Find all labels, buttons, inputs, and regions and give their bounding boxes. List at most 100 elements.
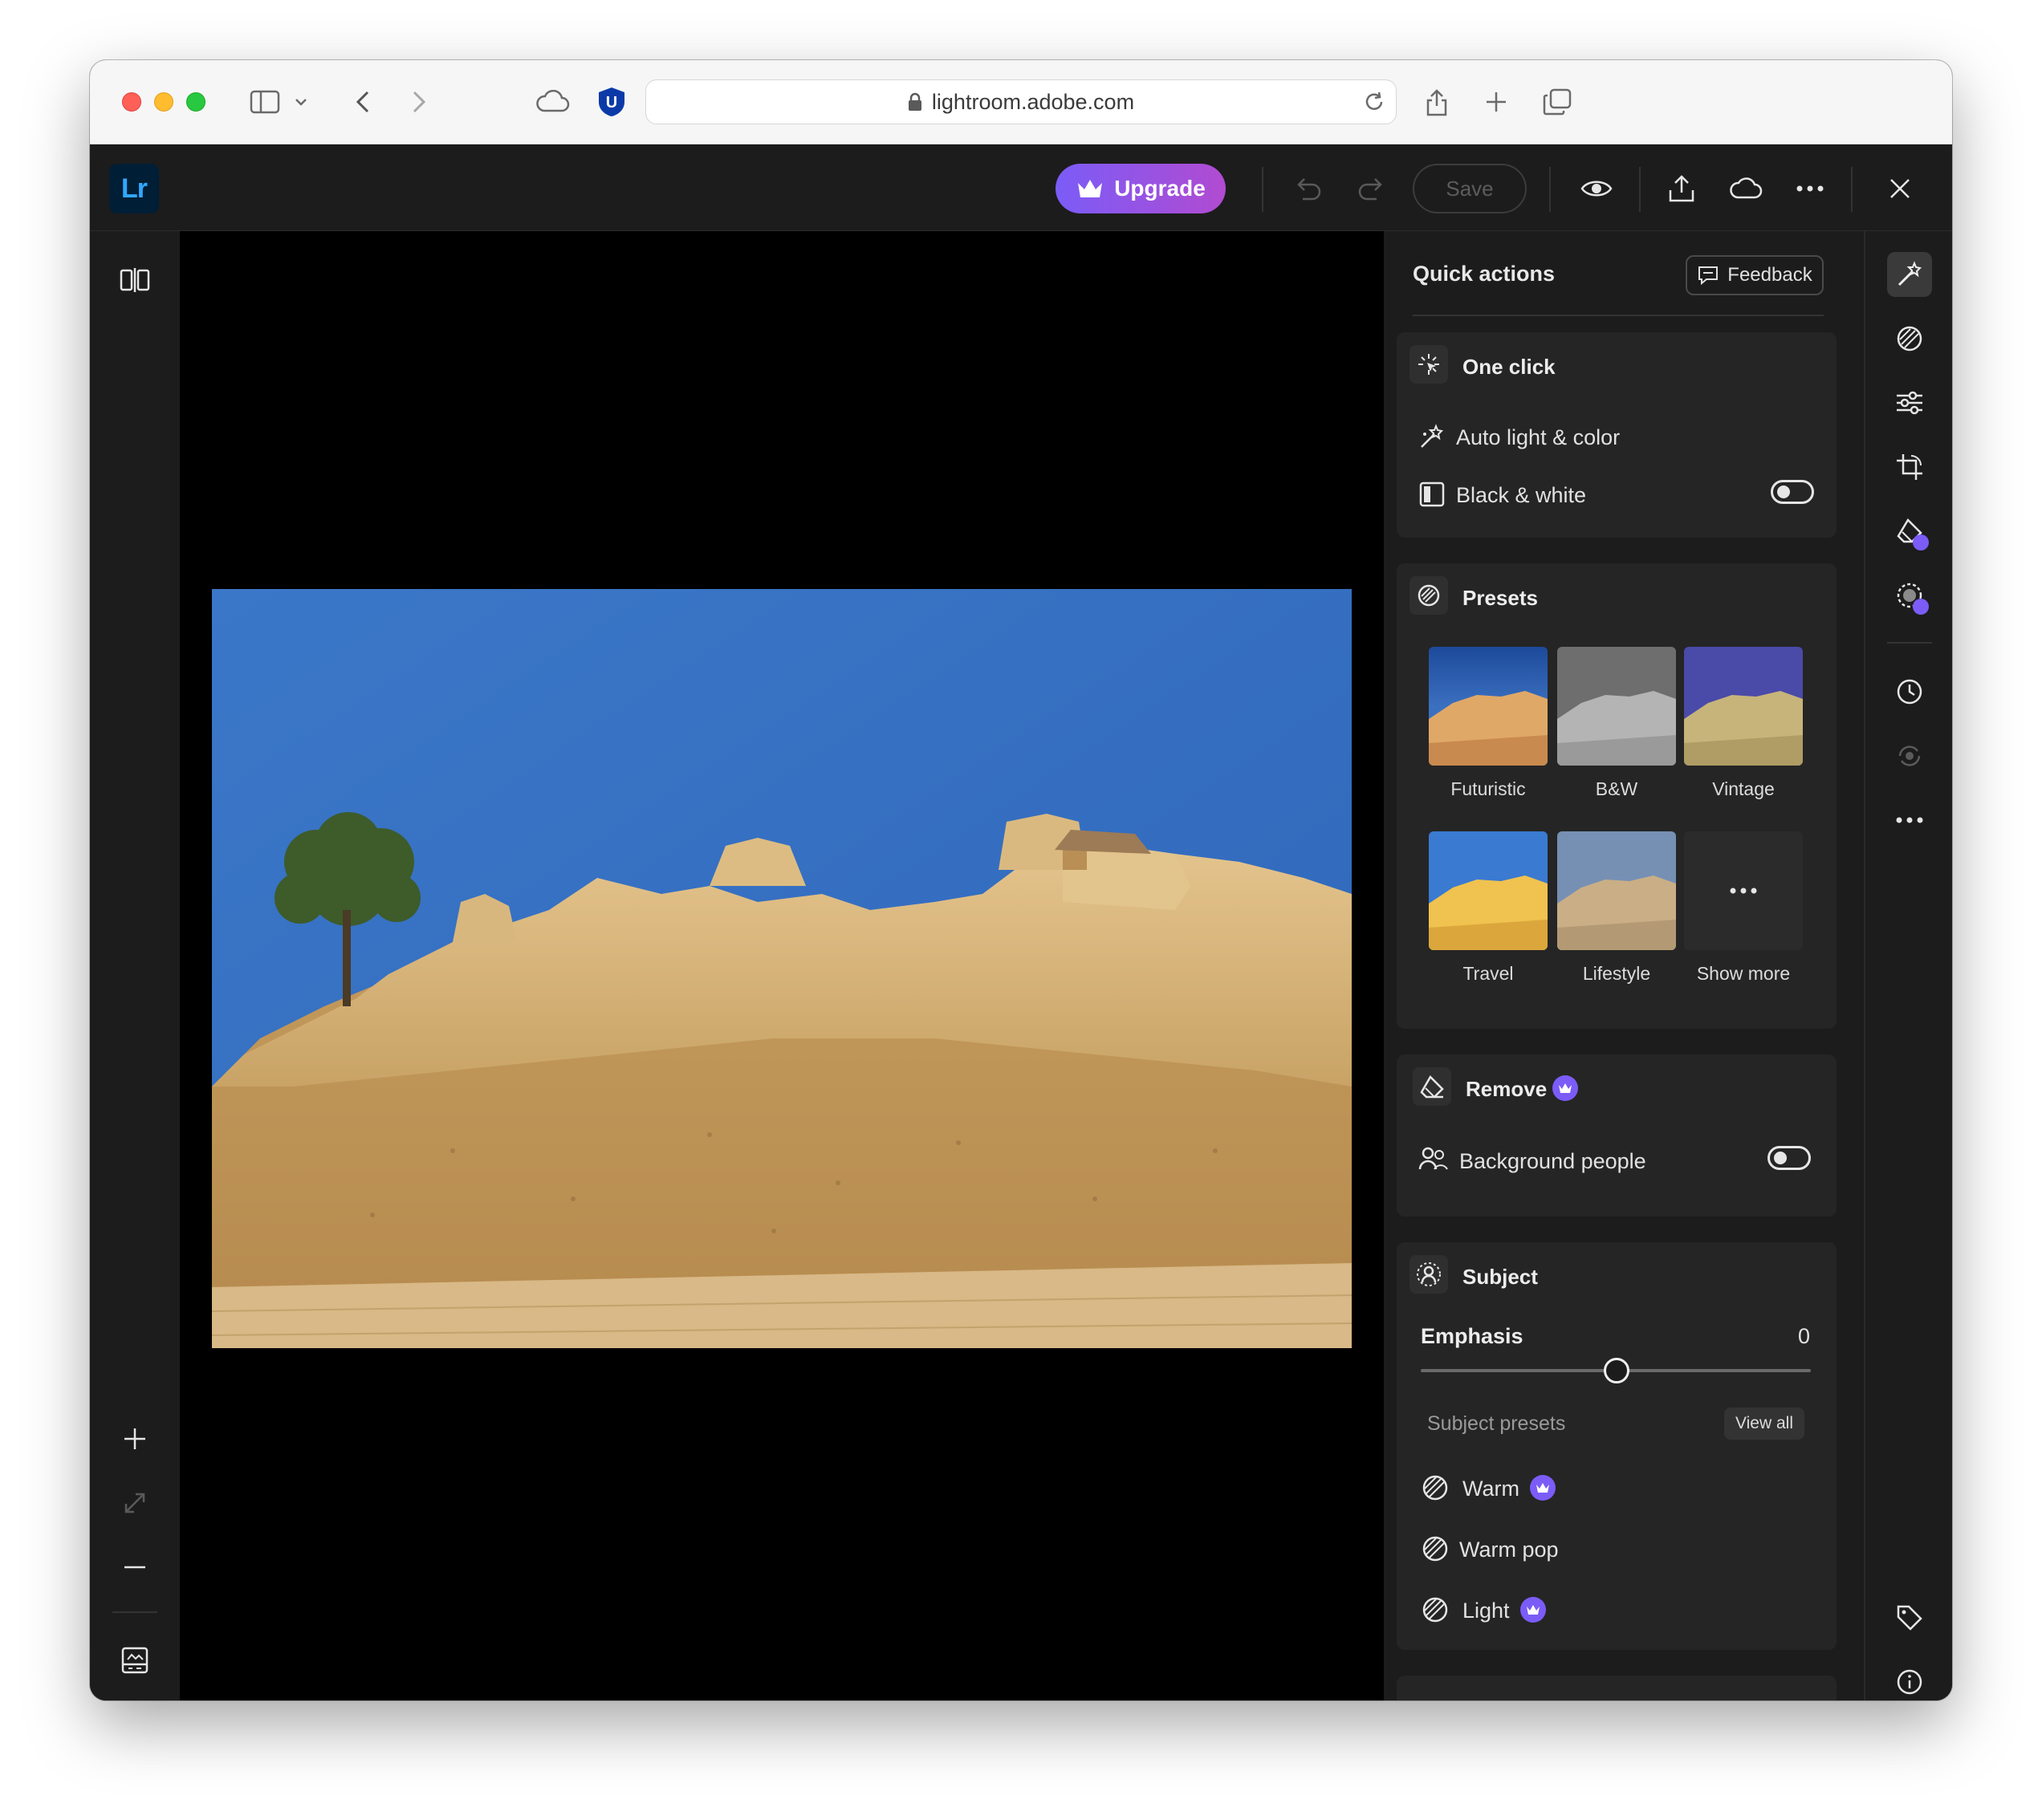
preset-lifestyle-thumbnail[interactable] bbox=[1557, 831, 1676, 950]
view-all-button[interactable]: View all bbox=[1724, 1408, 1804, 1440]
toolbar-divider bbox=[112, 1611, 157, 1613]
remove-eraser-icon[interactable] bbox=[1887, 509, 1932, 554]
svg-text:U: U bbox=[606, 94, 617, 112]
black-white-label: Black & white bbox=[1456, 483, 1587, 507]
more-tools-icon[interactable] bbox=[1887, 798, 1932, 843]
compare-view-icon[interactable] bbox=[115, 260, 155, 300]
emphasis-value: 0 bbox=[1798, 1324, 1811, 1348]
upgrade-button[interactable]: Upgrade bbox=[1056, 164, 1226, 213]
subject-preset-icon bbox=[1419, 1533, 1451, 1565]
new-tab-icon[interactable] bbox=[1479, 84, 1514, 120]
preset-travel-label: Travel bbox=[1462, 963, 1514, 984]
preset-bw-label: B&W bbox=[1595, 778, 1638, 799]
magic-wand-icon bbox=[1416, 420, 1448, 453]
show-more-presets-button[interactable] bbox=[1684, 831, 1803, 950]
auto-light-color-button[interactable]: Auto light & color bbox=[1456, 425, 1620, 450]
crop-rotate-icon[interactable] bbox=[1887, 445, 1932, 490]
versions-icon[interactable] bbox=[1887, 733, 1932, 778]
close-icon[interactable] bbox=[1880, 169, 1920, 209]
card-title: Subject bbox=[1462, 1265, 1538, 1289]
subject-preset-icon bbox=[1419, 1472, 1451, 1504]
preset-vintage-label: Vintage bbox=[1712, 778, 1775, 799]
url-text: lightroom.adobe.com bbox=[931, 89, 1135, 114]
photo-image bbox=[212, 589, 1352, 1348]
cloud-sync-icon[interactable] bbox=[1726, 169, 1766, 209]
feedback-button[interactable]: Feedback bbox=[1686, 255, 1824, 295]
subject-preset-light[interactable]: Light bbox=[1462, 1599, 1510, 1623]
black-white-icon bbox=[1416, 478, 1448, 510]
info-icon[interactable] bbox=[1887, 1660, 1932, 1700]
presets-rail-icon[interactable] bbox=[1887, 316, 1932, 361]
subject-card: Subject Emphasis 0 Subject presets View … bbox=[1397, 1242, 1837, 1650]
filmstrip-icon[interactable] bbox=[115, 1640, 155, 1680]
emphasis-label: Emphasis bbox=[1421, 1324, 1523, 1348]
feedback-label: Feedback bbox=[1727, 264, 1812, 286]
zoom-in-icon[interactable] bbox=[115, 1419, 155, 1459]
sparkle-click-icon bbox=[1409, 345, 1448, 384]
reload-icon[interactable] bbox=[1362, 90, 1386, 120]
share-icon[interactable] bbox=[1419, 84, 1454, 120]
sidebar-toggle-icon[interactable] bbox=[247, 84, 283, 120]
preset-futuristic-label: Futuristic bbox=[1450, 778, 1526, 799]
preset-travel-thumbnail[interactable] bbox=[1429, 831, 1548, 950]
lightroom-logo: Lr bbox=[109, 164, 159, 213]
crown-icon bbox=[1078, 180, 1103, 197]
icloud-icon[interactable] bbox=[530, 84, 575, 120]
tab-overview-icon[interactable] bbox=[1540, 84, 1575, 120]
subject-preset-icon bbox=[1419, 1594, 1451, 1626]
background-people-label: Background people bbox=[1459, 1149, 1646, 1173]
background-people-icon bbox=[1418, 1143, 1450, 1175]
show-more-label: Show more bbox=[1696, 963, 1791, 984]
panel-divider bbox=[1413, 315, 1824, 316]
lock-icon bbox=[908, 92, 922, 112]
premium-crown-icon bbox=[1530, 1475, 1556, 1501]
premium-crown-icon bbox=[1520, 1597, 1546, 1623]
preset-vintage-thumbnail[interactable] bbox=[1684, 647, 1803, 766]
more-options-icon[interactable] bbox=[1790, 169, 1830, 209]
preset-futuristic-thumbnail[interactable] bbox=[1429, 647, 1548, 766]
one-click-card: One click Auto light & color Black & whi… bbox=[1397, 332, 1837, 538]
chevron-down-icon[interactable] bbox=[289, 84, 313, 120]
forward-icon[interactable] bbox=[401, 84, 437, 120]
quick-actions-wand-icon[interactable] bbox=[1887, 252, 1932, 297]
back-icon[interactable] bbox=[345, 84, 380, 120]
extension-shield-icon[interactable]: U bbox=[594, 84, 629, 120]
app-header: Lr Upgrade Save bbox=[90, 144, 1952, 231]
black-white-toggle[interactable] bbox=[1771, 480, 1814, 504]
browser-toolbar: U lightroom.adobe.com bbox=[90, 60, 1952, 144]
redo-icon[interactable] bbox=[1352, 169, 1392, 209]
subject-preset-warm-pop[interactable]: Warm pop bbox=[1459, 1538, 1559, 1562]
presets-card: Presets Futuristic B&W Vintage Travel Li… bbox=[1397, 563, 1837, 1029]
minimize-window-button[interactable] bbox=[154, 92, 173, 112]
subject-presets-label: Subject presets bbox=[1427, 1412, 1566, 1435]
emphasis-slider-thumb[interactable] bbox=[1604, 1358, 1629, 1383]
close-window-button[interactable] bbox=[122, 92, 141, 112]
tool-rail bbox=[1864, 231, 1952, 1700]
fit-screen-icon[interactable] bbox=[115, 1483, 155, 1523]
next-card-partial bbox=[1397, 1676, 1837, 1700]
background-people-toggle[interactable] bbox=[1767, 1146, 1811, 1170]
history-clock-icon[interactable] bbox=[1887, 669, 1932, 714]
undo-icon[interactable] bbox=[1287, 169, 1328, 209]
url-bar[interactable]: lightroom.adobe.com bbox=[645, 79, 1397, 124]
subject-preset-warm[interactable]: Warm bbox=[1462, 1477, 1519, 1501]
zoom-window-button[interactable] bbox=[186, 92, 205, 112]
header-divider bbox=[1262, 167, 1263, 212]
masking-icon[interactable] bbox=[1887, 573, 1932, 618]
rail-divider bbox=[1887, 642, 1932, 644]
quick-actions-panel: Quick actions Feedback One click Auto li… bbox=[1384, 231, 1864, 1700]
premium-crown-icon bbox=[1913, 534, 1929, 550]
export-share-icon[interactable] bbox=[1662, 169, 1702, 209]
subject-icon bbox=[1409, 1255, 1448, 1294]
preview-eye-icon[interactable] bbox=[1576, 169, 1617, 209]
save-button[interactable]: Save bbox=[1413, 164, 1527, 213]
card-title: One click bbox=[1462, 355, 1556, 379]
keywords-tag-icon[interactable] bbox=[1887, 1595, 1932, 1640]
card-title: Remove bbox=[1466, 1077, 1548, 1101]
photo-canvas[interactable] bbox=[180, 231, 1384, 1700]
edit-sliders-icon[interactable] bbox=[1887, 380, 1932, 425]
zoom-out-icon[interactable] bbox=[115, 1547, 155, 1587]
eraser-icon bbox=[1413, 1067, 1451, 1106]
preset-bw-thumbnail[interactable] bbox=[1557, 647, 1676, 766]
card-title: Presets bbox=[1462, 586, 1538, 610]
